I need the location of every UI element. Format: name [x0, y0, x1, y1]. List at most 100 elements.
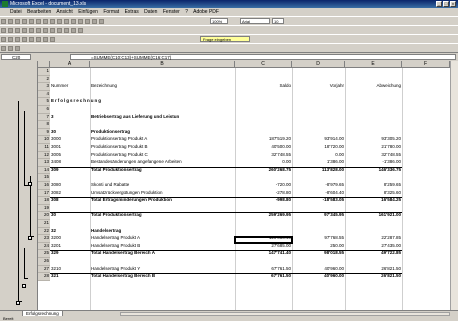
- name-box[interactable]: C20: [1, 54, 31, 60]
- spell-icon[interactable]: [36, 19, 41, 24]
- cell-e[interactable]: 26'821.50: [346, 266, 401, 272]
- fill-color-icon[interactable]: [71, 28, 76, 33]
- cell-d[interactable]: 1'386.00: [293, 159, 344, 165]
- row-header[interactable]: 7: [38, 113, 50, 122]
- cell-d[interactable]: 250.00: [293, 243, 344, 249]
- row-header[interactable]: 14: [38, 166, 50, 175]
- end-review-icon[interactable]: [29, 37, 34, 42]
- track-icon[interactable]: [8, 37, 13, 42]
- row-header[interactable]: 8: [38, 121, 50, 129]
- row-header[interactable]: 21: [38, 220, 50, 228]
- row-header[interactable]: 28: [38, 273, 50, 281]
- pdf-icon[interactable]: [1, 46, 6, 51]
- cell-a[interactable]: 30: [51, 129, 89, 135]
- cell-d[interactable]: 40'960.00: [293, 266, 344, 272]
- cell-e[interactable]: -1'386.00: [346, 159, 401, 165]
- selected-cell-c20[interactable]: [234, 236, 293, 244]
- column-header-e[interactable]: E: [345, 61, 402, 68]
- cell-a[interactable]: 3000: [51, 136, 89, 142]
- bold-icon[interactable]: [1, 28, 6, 33]
- zoom-select[interactable]: 100%: [210, 18, 228, 24]
- cell-a[interactable]: 3005: [51, 152, 89, 158]
- cell-e[interactable]: 27'435.00: [346, 243, 401, 249]
- menu-einfuegen[interactable]: Einfügen: [78, 9, 98, 15]
- menu-datei[interactable]: Datei: [10, 9, 22, 15]
- cell-a[interactable]: 3: [51, 114, 89, 120]
- column-header-b[interactable]: B: [90, 61, 235, 68]
- borders-icon[interactable]: [64, 28, 69, 33]
- row-header[interactable]: 2: [38, 75, 50, 84]
- column-header-a[interactable]: A: [50, 61, 90, 68]
- worksheet-grid[interactable]: A B C D E F 1 2 3 Nummer Bezeichnung Saldo Vor…: [0, 61, 458, 310]
- row-header[interactable]: 10: [38, 136, 50, 144]
- cell-b[interactable]: Produktionsertrag Produkt B: [91, 144, 234, 150]
- sort-desc-icon[interactable]: [92, 19, 97, 24]
- menu-format[interactable]: Format: [103, 9, 119, 15]
- cell-b[interactable]: Handelsertrag Produkt B: [91, 243, 234, 249]
- percent-icon[interactable]: [57, 28, 62, 33]
- reply-icon[interactable]: [22, 37, 27, 42]
- menu-daten[interactable]: Daten: [144, 9, 157, 15]
- highlight-icon[interactable]: [36, 37, 41, 42]
- italic-icon[interactable]: [8, 28, 13, 33]
- row-header[interactable]: 3: [38, 83, 50, 91]
- sum-icon[interactable]: [78, 19, 83, 24]
- vertical-scrollbar[interactable]: [450, 61, 458, 310]
- cell-e[interactable]: Abweichung: [346, 83, 401, 89]
- align-center-icon[interactable]: [29, 28, 34, 33]
- row-header[interactable]: 9: [38, 128, 50, 137]
- select-all-corner[interactable]: [38, 61, 50, 68]
- row-header[interactable]: 22: [38, 227, 50, 236]
- menu-help[interactable]: ?: [185, 9, 188, 15]
- collapse-icon[interactable]: -: [22, 284, 26, 288]
- cell-b[interactable]: Bestandesänderungen angefangene Arbeiten: [91, 159, 234, 165]
- cell-e[interactable]: 8'259.65: [346, 182, 401, 188]
- pdf-mail-icon[interactable]: [8, 46, 13, 51]
- cell-a[interactable]: 3408: [51, 159, 89, 165]
- sort-asc-icon[interactable]: [85, 19, 90, 24]
- cell-c[interactable]: Saldo: [236, 83, 291, 89]
- row-header[interactable]: 11: [38, 144, 50, 152]
- row-header[interactable]: 23: [38, 235, 50, 243]
- cell-e[interactable]: 93'305.20: [346, 136, 401, 142]
- cell-a[interactable]: 3201: [51, 243, 89, 249]
- row-header[interactable]: 19: [38, 204, 50, 213]
- undo-icon[interactable]: [64, 19, 69, 24]
- review-button[interactable]: Frage eingeben: [200, 36, 250, 42]
- cell-a[interactable]: 3080: [51, 182, 89, 188]
- show-icon[interactable]: [15, 37, 20, 42]
- row-header[interactable]: 27: [38, 265, 50, 274]
- cell-d[interactable]: -8'604.40: [293, 190, 344, 196]
- row-header[interactable]: 15: [38, 174, 50, 182]
- align-right-icon[interactable]: [36, 28, 41, 33]
- cell-b[interactable]: Handelsertrag Produkt A: [91, 235, 234, 241]
- column-header-c[interactable]: C: [235, 61, 292, 68]
- cell-c[interactable]: 40'500.00: [236, 144, 291, 150]
- column-header-f[interactable]: F: [402, 61, 450, 68]
- row-header[interactable]: 20: [38, 212, 50, 220]
- collapse-icon[interactable]: -: [16, 301, 20, 305]
- cell-e[interactable]: 21'780.00: [346, 144, 401, 150]
- cell-d[interactable]: Vorjahr: [293, 83, 344, 89]
- cell-c[interactable]: -278.80: [236, 190, 291, 196]
- align-left-icon[interactable]: [22, 28, 27, 33]
- cell-b[interactable]: Produktionsertrag: [91, 129, 234, 135]
- cell-b[interactable]: Betriebsertrag aus Lieferung und Leistun: [91, 114, 234, 120]
- merge-icon[interactable]: [43, 28, 48, 33]
- save-icon[interactable]: [15, 19, 20, 24]
- row-header[interactable]: 25: [38, 250, 50, 258]
- row-header[interactable]: 24: [38, 242, 50, 251]
- minimize-button[interactable]: _: [436, 1, 442, 7]
- paste-icon[interactable]: [57, 19, 62, 24]
- menu-bearbeiten[interactable]: Bearbeiten: [27, 9, 51, 15]
- cell-b[interactable]: Produktionsertrag Produkt C: [91, 152, 234, 158]
- menu-fenster[interactable]: Fenster: [163, 9, 180, 15]
- comment-icon[interactable]: [1, 37, 6, 42]
- cell-a[interactable]: 3210: [51, 266, 89, 272]
- cell-a[interactable]: 32: [51, 228, 89, 234]
- font-size-select[interactable]: 10: [272, 18, 284, 24]
- cell-e[interactable]: 22'287.85: [346, 235, 401, 241]
- cell-a[interactable]: Nummer: [51, 83, 89, 89]
- font-color-icon[interactable]: [78, 28, 83, 33]
- column-header-d[interactable]: D: [292, 61, 345, 68]
